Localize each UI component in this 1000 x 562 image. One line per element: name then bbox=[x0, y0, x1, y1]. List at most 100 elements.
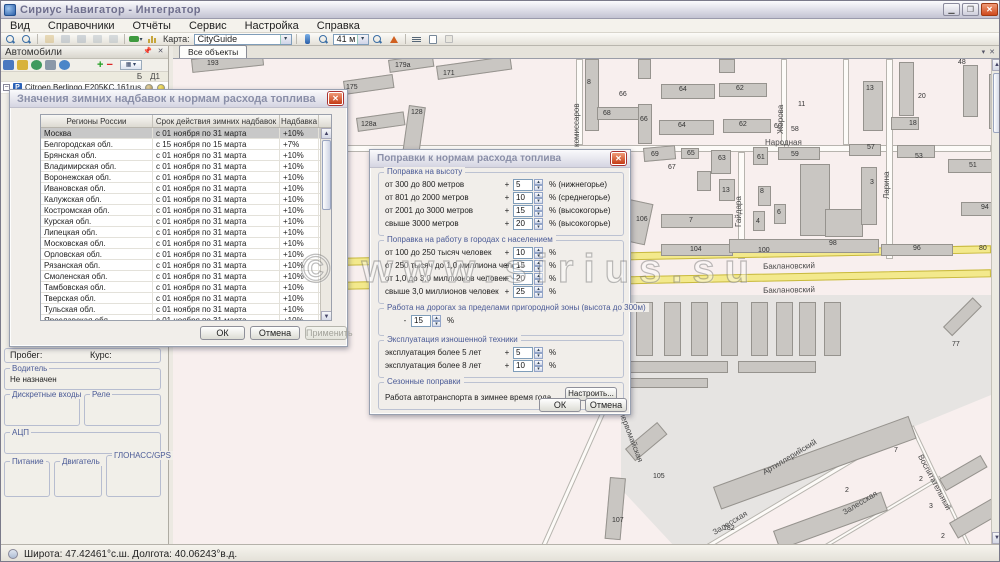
table-scrollbar[interactable]: ▲ ▼ bbox=[320, 128, 331, 321]
spin-down-icon[interactable]: ▾ bbox=[534, 366, 543, 372]
zoom-out-button[interactable] bbox=[371, 34, 385, 45]
tracking-toggle[interactable] bbox=[301, 34, 315, 45]
table-row[interactable]: Брянская обл.с 01 ноября по 31 марта+10% bbox=[41, 150, 331, 161]
zoom-level-select[interactable]: 41 м ▾ bbox=[333, 34, 369, 45]
notes-button[interactable] bbox=[426, 34, 440, 45]
table-row[interactable]: Тульская обл.с 01 ноября по 31 марта+10% bbox=[41, 304, 331, 315]
chart-button[interactable] bbox=[145, 34, 159, 45]
spin-down-icon[interactable]: ▾ bbox=[534, 266, 543, 272]
table-row[interactable]: Владимирская обл.с 01 ноября по 31 марта… bbox=[41, 161, 331, 172]
value-input[interactable]: 15 bbox=[411, 315, 431, 327]
menu-item[interactable]: Вид bbox=[1, 19, 39, 33]
scroll-up-icon[interactable]: ▲ bbox=[992, 59, 1000, 71]
menu-item[interactable]: Сервис bbox=[180, 19, 236, 33]
scroll-down-icon[interactable]: ▼ bbox=[992, 532, 1000, 544]
spin-down-icon[interactable]: ▾ bbox=[534, 211, 543, 217]
dialog-close-icon[interactable]: ✕ bbox=[328, 92, 343, 105]
globe2-icon[interactable] bbox=[59, 60, 70, 70]
zoom-in-button[interactable] bbox=[317, 34, 331, 45]
copy-button[interactable] bbox=[106, 34, 120, 45]
undo-button[interactable] bbox=[58, 34, 72, 45]
spinner-arrows[interactable]: ▴▾ bbox=[534, 286, 543, 298]
table-row[interactable]: Воронежская обл.с 01 ноября по 31 марта+… bbox=[41, 172, 331, 183]
vehicle-menu-button[interactable]: ▾ bbox=[129, 34, 143, 45]
menu-item[interactable]: Настройка bbox=[236, 19, 308, 33]
menu-item[interactable]: Справка bbox=[308, 19, 369, 33]
spinner-arrows[interactable]: ▴▾ bbox=[534, 192, 543, 204]
spinner-arrows[interactable]: ▴▾ bbox=[534, 347, 543, 359]
apply-button[interactable]: Применить bbox=[305, 326, 347, 340]
scroll-up-icon[interactable]: ▲ bbox=[321, 128, 332, 139]
cancel-button[interactable]: Отмена bbox=[585, 398, 627, 412]
table-row[interactable]: Курская обл.с 01 ноября по 31 марта+10% bbox=[41, 216, 331, 227]
spin-down-icon[interactable]: ▾ bbox=[534, 185, 543, 191]
regions-table[interactable]: Регионы РоссииСрок действия зимних надба… bbox=[40, 114, 332, 321]
value-input[interactable]: 10 bbox=[513, 247, 533, 259]
spin-down-icon[interactable]: ▾ bbox=[432, 321, 441, 327]
table-row[interactable]: Московская обл.с 01 ноября по 31 марта+1… bbox=[41, 238, 331, 249]
ok-button[interactable]: ОК bbox=[539, 398, 581, 412]
spin-down-icon[interactable]: ▾ bbox=[534, 292, 543, 298]
tab-menu-icon[interactable]: ▾ bbox=[982, 48, 986, 56]
table-row[interactable]: Ярославская обл.с 01 ноября по 31 марта+… bbox=[41, 315, 331, 321]
search-button[interactable] bbox=[19, 34, 33, 45]
value-input[interactable]: 20 bbox=[513, 218, 533, 230]
menu-item[interactable]: Отчёты bbox=[124, 19, 180, 33]
spinner-arrows[interactable]: ▴▾ bbox=[534, 205, 543, 217]
scrollbar-thumb[interactable] bbox=[322, 140, 331, 210]
value-input[interactable]: 10 bbox=[513, 360, 533, 372]
spinner-arrows[interactable]: ▴▾ bbox=[534, 218, 543, 230]
redo-button[interactable] bbox=[74, 34, 88, 45]
scroll-down-icon[interactable]: ▼ bbox=[321, 311, 332, 321]
dialog-title-bar[interactable]: Поправки к нормам расхода топлива ✕ bbox=[370, 150, 630, 168]
camera-icon[interactable] bbox=[45, 60, 56, 70]
table-row[interactable]: Костромская обл.с 01 ноября по 31 марта+… bbox=[41, 205, 331, 216]
table-row[interactable]: Рязанская обл.с 01 ноября по 31 марта+10… bbox=[41, 260, 331, 271]
spinner-arrows[interactable]: ▴▾ bbox=[534, 179, 543, 191]
spinner-arrows[interactable]: ▴▾ bbox=[534, 273, 543, 285]
spinner-arrows[interactable]: ▴▾ bbox=[534, 247, 543, 259]
select-tool-button[interactable] bbox=[3, 34, 17, 45]
view-menu-button[interactable]: ▦ ▾ bbox=[120, 60, 142, 70]
value-input[interactable]: 10 bbox=[513, 192, 533, 204]
scrollbar-thumb[interactable] bbox=[993, 73, 1000, 133]
table-row[interactable]: Тверская обл.с 01 ноября по 31 марта+10% bbox=[41, 293, 331, 304]
value-input[interactable]: 15 bbox=[513, 205, 533, 217]
ok-button[interactable]: ОК bbox=[200, 326, 245, 340]
spin-down-icon[interactable]: ▾ bbox=[534, 198, 543, 204]
dialog-title-bar[interactable]: Значения зимних надбавок к нормам расход… bbox=[10, 90, 347, 108]
map-scrollbar[interactable]: ▲ ▼ bbox=[991, 59, 1000, 544]
edit-button[interactable] bbox=[42, 34, 56, 45]
table-row[interactable]: Москвас 01 ноября по 31 марта+10% bbox=[41, 128, 331, 139]
table-row[interactable]: Ивановская обл.с 01 ноября по 31 марта+1… bbox=[41, 183, 331, 194]
chevron-down-icon[interactable]: ▾ bbox=[357, 35, 368, 44]
dialog-close-icon[interactable]: ✕ bbox=[611, 152, 626, 165]
spinner-arrows[interactable]: ▴▾ bbox=[432, 315, 441, 327]
tab-all-objects[interactable]: Все объекты bbox=[179, 45, 247, 58]
blank-toggle[interactable] bbox=[442, 34, 456, 45]
cut-button[interactable] bbox=[90, 34, 104, 45]
home-button[interactable] bbox=[387, 34, 401, 45]
cancel-button[interactable]: Отмена bbox=[250, 326, 300, 340]
value-input[interactable]: 5 bbox=[513, 347, 533, 359]
list-button[interactable] bbox=[410, 34, 424, 45]
close-button[interactable]: ✕ bbox=[981, 3, 998, 16]
remove-vehicle-button[interactable]: − bbox=[106, 61, 112, 70]
panel-close-icon[interactable]: ✕ bbox=[155, 47, 166, 57]
minimize-button[interactable]: ▁ bbox=[943, 3, 960, 16]
value-input[interactable]: 15 bbox=[513, 260, 533, 272]
spinner-arrows[interactable]: ▴▾ bbox=[534, 360, 543, 372]
table-row[interactable]: Тамбовская обл.с 01 ноября по 31 марта+1… bbox=[41, 282, 331, 293]
restore-button[interactable]: ❐ bbox=[962, 3, 979, 16]
table-row[interactable]: Белгородская обл.с 15 ноября по 15 марта… bbox=[41, 139, 331, 150]
table-row[interactable]: Орловская обл.с 01 ноября по 31 марта+10… bbox=[41, 249, 331, 260]
value-input[interactable]: 20 bbox=[513, 273, 533, 285]
chevron-down-icon[interactable]: ▾ bbox=[280, 35, 291, 44]
tab-close-icon[interactable]: ✕ bbox=[989, 48, 995, 56]
globe-icon[interactable] bbox=[31, 60, 42, 70]
spin-down-icon[interactable]: ▾ bbox=[534, 279, 543, 285]
spin-down-icon[interactable]: ▾ bbox=[534, 253, 543, 259]
table-row[interactable]: Калужская обл.с 01 ноября по 31 марта+10… bbox=[41, 194, 331, 205]
brush-icon[interactable] bbox=[17, 60, 28, 70]
spin-down-icon[interactable]: ▾ bbox=[534, 353, 543, 359]
